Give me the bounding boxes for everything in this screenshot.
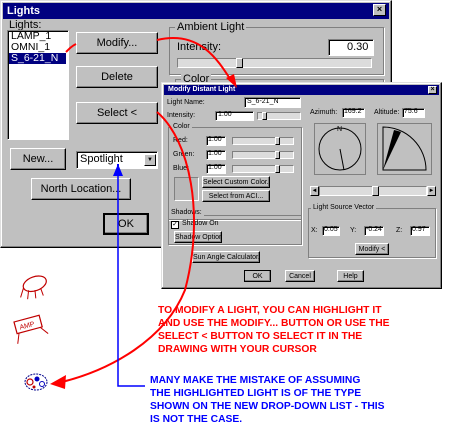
- ambient-intensity-slider[interactable]: [177, 58, 372, 68]
- y-field[interactable]: -0.24: [364, 226, 384, 236]
- blue-field[interactable]: 1.00: [206, 164, 226, 174]
- light-name-field[interactable]: S_6-21_N: [244, 97, 301, 108]
- blue-note: MANY MAKE THE MISTAKE OF ASSUMING THE HI…: [150, 374, 385, 426]
- north-location-button[interactable]: North Location...: [31, 178, 131, 200]
- modify-dialog-title: Modify Distant Light: [168, 86, 236, 93]
- modify-button[interactable]: Modify...: [76, 32, 158, 54]
- shadow-on-checkbox[interactable]: ✓: [171, 221, 179, 229]
- lights-list[interactable]: LAMP_1 OMNI_1 S_6-21_N: [7, 30, 69, 140]
- delete-button[interactable]: Delete: [76, 66, 158, 88]
- altitude-field[interactable]: 75.6: [402, 108, 425, 118]
- blue-value: 1.00: [208, 164, 222, 171]
- intensity-field[interactable]: 1.00: [215, 111, 254, 121]
- red-value: 1.00: [208, 136, 222, 143]
- slider-thumb[interactable]: [275, 151, 280, 159]
- blue-note-line: IS NOT THE CASE.: [150, 414, 243, 425]
- z-value: 0.97: [412, 226, 426, 233]
- modify-distant-light-dialog: Modify Distant Light × Light Name: S_6-2…: [161, 82, 442, 289]
- blue-note-line: THE HIGHLIGHTED LIGHT IS OF THE TYPE: [150, 388, 362, 399]
- y-value: -0.24: [366, 226, 382, 233]
- azimuth-label: Azimuth:: [310, 109, 338, 116]
- slider-thumb[interactable]: [262, 112, 267, 120]
- light-name-label: Light Name:: [167, 99, 205, 106]
- azimuth-field[interactable]: 169.2: [342, 108, 365, 118]
- distant-light-symbol-icon: [24, 373, 48, 391]
- red-note-line: AND USE THE MODIFY... BUTTON OR USE THE: [158, 318, 390, 329]
- x-field[interactable]: 0.05: [322, 226, 340, 236]
- x-value: 0.05: [324, 226, 338, 233]
- ambient-intensity-field[interactable]: 0.30: [328, 39, 374, 56]
- slider-thumb[interactable]: [275, 165, 280, 173]
- blue-label: Blue:: [173, 165, 189, 172]
- compass-north-label: N: [337, 126, 343, 133]
- light-symbols-drawing: AMP: [13, 275, 49, 391]
- green-label: Green:: [173, 151, 195, 158]
- modify-dialog-titlebar[interactable]: Modify Distant Light: [164, 85, 439, 95]
- green-value: 1.00: [208, 150, 222, 157]
- list-item-selected[interactable]: S_6-21_N: [9, 53, 66, 64]
- y-label: Y:: [350, 227, 357, 234]
- red-field[interactable]: 1.00: [206, 136, 226, 146]
- scroll-right-icon[interactable]: ►: [427, 186, 436, 196]
- select-button[interactable]: Select <: [76, 102, 158, 124]
- red-note-line: DRAWING WITH YOUR CURSOR: [158, 344, 317, 355]
- green-slider[interactable]: [232, 151, 294, 159]
- z-field[interactable]: 0.97: [410, 226, 430, 236]
- light-name-value: S_6-21_N: [247, 98, 279, 105]
- light-type-select-value: Spotlight: [80, 153, 123, 165]
- lamp-symbol-icon: [20, 275, 47, 300]
- ambient-intensity-value: 0.30: [347, 41, 369, 53]
- altitude-label: Altitude:: [374, 109, 400, 116]
- sun-angle-calculator-button[interactable]: Sun Angle Calculator...: [192, 251, 260, 263]
- slider-thumb[interactable]: [236, 58, 243, 68]
- red-note-line: SELECT < BUTTON TO SELECT IT IN THE: [158, 331, 363, 342]
- slider-thumb[interactable]: [275, 137, 280, 145]
- red-note: TO MODIFY A LIGHT, YOU CAN HIGHLIGHT IT …: [158, 304, 390, 356]
- scroll-left-icon[interactable]: ◄: [310, 186, 319, 196]
- azimuth-scrollbar[interactable]: [319, 186, 427, 196]
- color-group-label: Color: [171, 123, 192, 130]
- azimuth-value: 169.2: [344, 108, 362, 115]
- shadow-options-button[interactable]: Shadow Options...: [174, 231, 222, 243]
- help-button[interactable]: Help: [337, 270, 364, 282]
- chevron-down-icon[interactable]: ▼: [144, 154, 156, 166]
- color-swatch: [174, 177, 199, 201]
- x-label: X:: [311, 227, 318, 234]
- azimuth-compass[interactable]: N: [314, 123, 366, 175]
- blue-slider[interactable]: [232, 165, 294, 173]
- altitude-quadrant[interactable]: [377, 123, 432, 175]
- spotlight-symbol-icon: AMP: [13, 314, 49, 344]
- light-type-select[interactable]: Spotlight ▼: [76, 151, 158, 169]
- blue-note-line: SHOWN ON THE NEW DROP-DOWN LIST - THIS: [150, 401, 385, 412]
- altitude-value: 75.6: [404, 108, 418, 115]
- modify-vector-button[interactable]: Modify <: [355, 243, 389, 255]
- red-note-line: TO MODIFY A LIGHT, YOU CAN HIGHLIGHT IT: [158, 305, 382, 316]
- shadow-on-label[interactable]: Shadow On: [182, 220, 219, 227]
- intensity-slider[interactable]: [257, 112, 301, 120]
- altitude-arc-icon: [382, 126, 427, 171]
- scroll-thumb[interactable]: [372, 186, 379, 196]
- svg-text:AMP: AMP: [19, 321, 36, 332]
- green-field[interactable]: 1.00: [206, 150, 226, 160]
- select-from-aci-button[interactable]: Select from ACI...: [202, 190, 270, 202]
- red-label: Red:: [173, 137, 188, 144]
- ambient-light-group-label: Ambient Light: [175, 21, 247, 33]
- light-source-vector-label: Light Source Vector: [311, 204, 377, 211]
- close-icon[interactable]: ×: [373, 4, 386, 16]
- intensity-value: 1.00: [218, 111, 232, 118]
- select-custom-color-button[interactable]: Select Custom Color...: [202, 176, 270, 188]
- cancel-button[interactable]: Cancel: [285, 270, 315, 282]
- close-icon[interactable]: ×: [428, 86, 437, 94]
- ok-button[interactable]: OK: [103, 213, 149, 235]
- ambient-intensity-label: Intensity:: [177, 41, 222, 53]
- lights-dialog-title: Lights: [7, 5, 40, 17]
- intensity-label: Intensity:: [167, 112, 196, 119]
- ok-button[interactable]: OK: [244, 270, 271, 282]
- z-label: Z:: [396, 227, 403, 234]
- lights-dialog-titlebar[interactable]: Lights: [3, 3, 389, 19]
- blue-note-line: MANY MAKE THE MISTAKE OF ASSUMING: [150, 375, 361, 386]
- shadows-group-label: Shadows:: [169, 209, 204, 216]
- new-light-button[interactable]: New...: [10, 148, 66, 170]
- red-slider[interactable]: [232, 137, 294, 145]
